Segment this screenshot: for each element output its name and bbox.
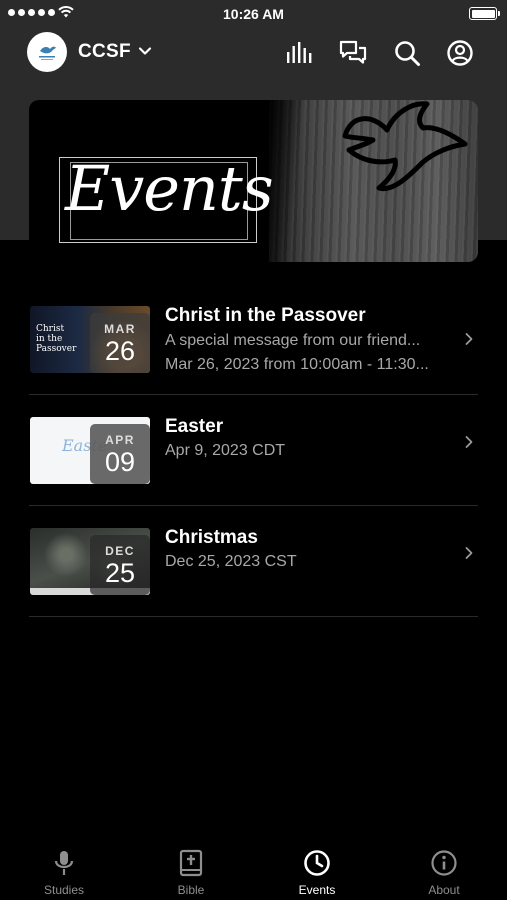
date-day: 09 [104,446,136,477]
event-thumbnail: DEC 25 [30,528,150,595]
event-title: Easter [165,416,224,437]
event-title: Christ in the Passover [165,305,366,326]
tab-label: Bible [177,883,205,897]
chat-icon[interactable] [339,39,367,67]
date-month: MAR [104,321,136,336]
thumbnail-caption: Christ in the Passover [36,324,77,354]
date-day: 25 [104,557,136,588]
date-badge: MAR 26 [90,313,150,373]
tab-events[interactable]: Events [267,849,367,897]
event-datetime: Apr 9, 2023 CDT [165,442,286,459]
status-time: 10:26 AM [223,6,284,22]
date-badge: APR 09 [90,424,150,484]
event-subtitle: A special message from our friend... [165,332,421,349]
search-icon[interactable] [393,39,421,67]
status-bar: 10:26 AM [0,0,507,28]
chevron-right-icon [465,547,473,559]
events-banner: Events [29,100,478,262]
account-icon[interactable] [446,39,474,67]
event-datetime: Dec 25, 2023 CST [165,553,297,570]
event-title: Christmas [165,527,258,548]
date-day: 26 [104,335,136,366]
tab-about[interactable]: About [394,849,494,897]
app-header: CCSF [0,32,507,74]
tab-studies[interactable]: Studies [14,849,114,897]
date-month: DEC [105,543,135,558]
tab-bible[interactable]: Bible [141,849,241,897]
chevron-down-icon[interactable] [138,44,152,58]
tab-label: About [428,883,460,897]
event-datetime: Mar 26, 2023 from 10:00am - 11:30... [165,356,429,373]
battery-icon [469,7,500,20]
tab-bar: Studies Bible Events About [0,840,507,900]
event-thumbnail: Easte APR 09 [30,417,150,484]
chevron-right-icon [465,436,473,448]
info-icon [431,850,457,876]
banner-title: Events [65,152,274,225]
app-logo[interactable] [27,32,67,72]
audio-bars-icon[interactable] [285,39,313,67]
dove-logo-icon [39,46,56,60]
event-item-easter[interactable]: Easte APR 09 Easter Apr 9, 2023 CDT [29,395,478,506]
event-item-christ-in-the-passover[interactable]: Christ in the Passover MAR 26 Christ in … [29,284,478,395]
dove-icon [342,101,468,192]
bible-icon [179,849,203,877]
app-name[interactable]: CCSF [78,41,131,63]
date-badge: DEC 25 [90,535,150,595]
chevron-right-icon [465,333,473,345]
event-list: Christ in the Passover MAR 26 Christ in … [29,284,478,617]
tab-label: Studies [43,883,85,897]
event-item-christmas[interactable]: DEC 25 Christmas Dec 25, 2023 CST [29,506,478,617]
event-thumbnail: Christ in the Passover MAR 26 [30,306,150,373]
microphone-icon [54,851,74,875]
clock-icon [304,850,330,876]
date-month: APR [105,432,135,447]
tab-label: Events [298,883,336,897]
